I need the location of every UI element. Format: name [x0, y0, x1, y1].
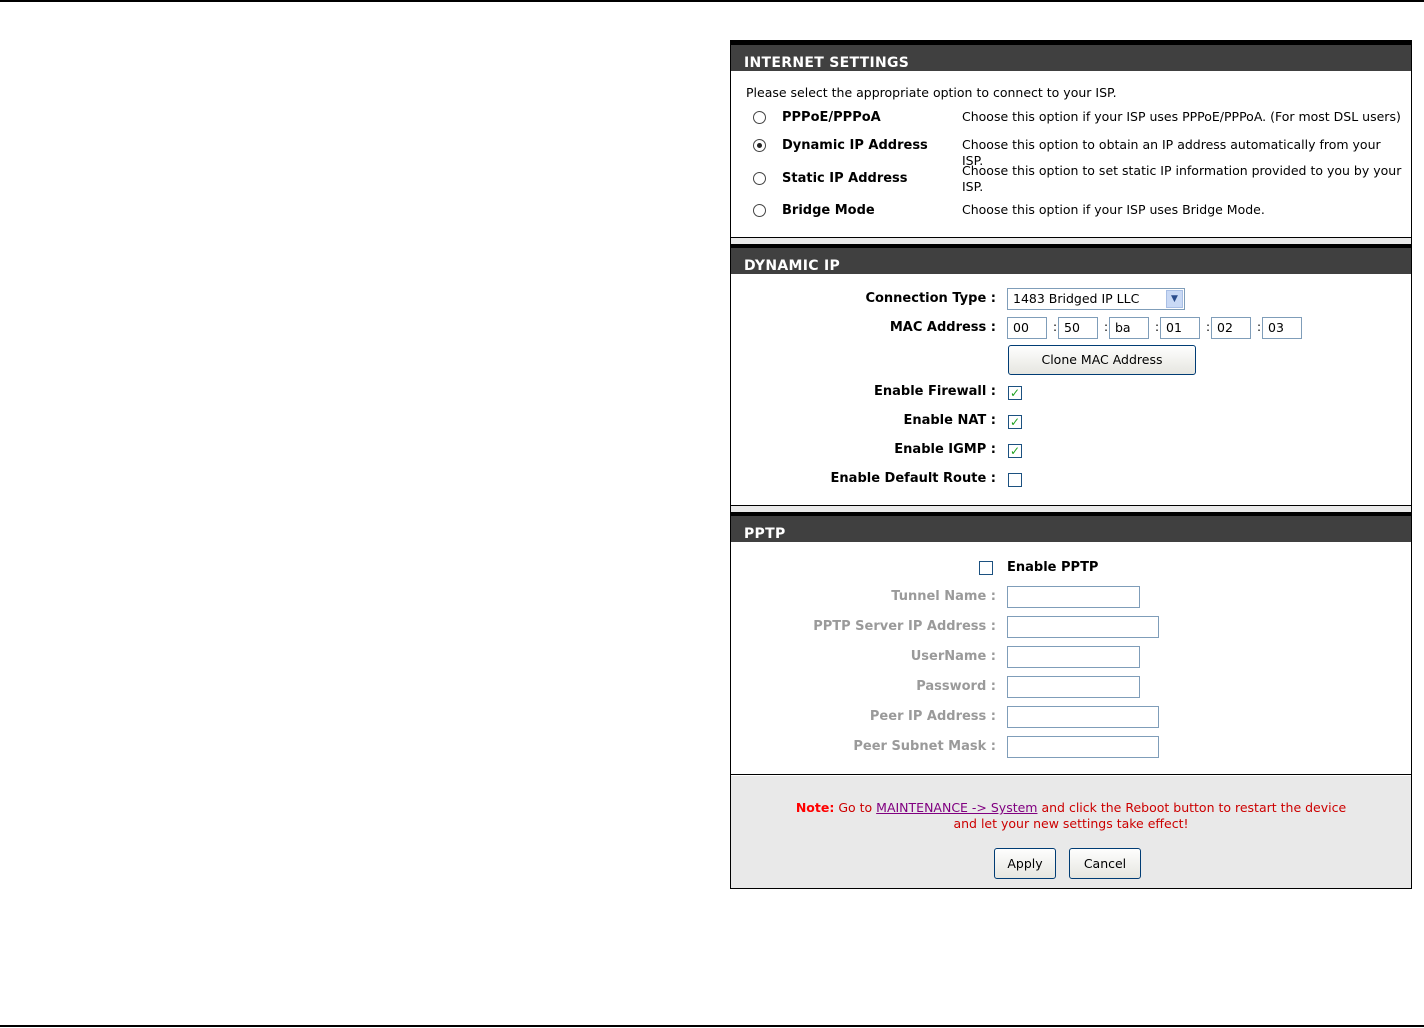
radio-pppoe[interactable] [753, 111, 766, 124]
mac-colon: : [1257, 320, 1262, 334]
settings-frame: INTERNET SETTINGS Please select the appr… [730, 40, 1412, 889]
username-input[interactable] [1007, 646, 1140, 668]
enable-pptp-label: Enable PPTP [1007, 560, 1099, 575]
mac-field-1[interactable]: 00 [1007, 317, 1047, 339]
tunnel-name-input[interactable] [1007, 586, 1140, 608]
internet-settings-panel: INTERNET SETTINGS Please select the appr… [731, 41, 1411, 238]
username-label: UserName : [910, 649, 996, 664]
note-rest-2: and let your new settings take effect! [953, 816, 1189, 831]
dynamic-ip-header: DYNAMIC IP [731, 244, 1411, 274]
option-bridge-label: Bridge Mode [782, 203, 875, 218]
option-static-ip-desc: Choose this option to set static IP info… [962, 163, 1402, 194]
apply-button[interactable]: Apply [994, 848, 1056, 879]
enable-nat-label: Enable NAT : [903, 413, 996, 428]
bottom-rule [0, 1025, 1424, 1027]
footer-panel: Note: Go to MAINTENANCE -> System and cl… [731, 776, 1411, 888]
password-label: Password : [916, 679, 996, 694]
radio-bridge[interactable] [753, 204, 766, 217]
enable-nat-checkbox[interactable]: ✓ [1008, 415, 1022, 429]
chevron-down-icon[interactable]: ▼ [1166, 290, 1183, 308]
cancel-button[interactable]: Cancel [1069, 848, 1141, 879]
maintenance-system-link[interactable]: MAINTENANCE -> System [876, 800, 1037, 815]
option-dynamic-ip-label: Dynamic IP Address [782, 138, 928, 153]
connection-type-value: 1483 Bridged IP LLC [1013, 291, 1140, 306]
enable-firewall-label: Enable Firewall : [874, 384, 996, 399]
note-prefix: Note: [795, 800, 835, 815]
mac-address-label: MAC Address : [889, 320, 996, 335]
peer-ip-input[interactable] [1007, 706, 1159, 728]
mac-field-6[interactable]: 03 [1262, 317, 1302, 339]
enable-default-route-label: Enable Default Route : [830, 471, 996, 486]
reboot-note: Note: Go to MAINTENANCE -> System and cl… [731, 800, 1411, 832]
option-pppoe-label: PPPoE/PPPoA [782, 110, 881, 125]
mac-field-4[interactable]: 01 [1160, 317, 1200, 339]
mac-colon: : [1104, 320, 1109, 334]
note-go: Go to [834, 800, 877, 815]
mac-colon: : [1206, 320, 1211, 334]
connection-type-select[interactable]: 1483 Bridged IP LLC ▼ [1007, 288, 1185, 310]
pptp-header: PPTP [731, 512, 1411, 542]
enable-firewall-checkbox[interactable]: ✓ [1008, 386, 1022, 400]
radio-dynamic-ip[interactable] [753, 139, 766, 152]
enable-default-route-checkbox[interactable] [1008, 473, 1022, 487]
internet-settings-header: INTERNET SETTINGS [731, 41, 1411, 71]
peer-subnet-mask-input[interactable] [1007, 736, 1159, 758]
mac-field-5[interactable]: 02 [1211, 317, 1251, 339]
pptp-server-ip-input[interactable] [1007, 616, 1159, 638]
option-static-ip-label: Static IP Address [782, 171, 908, 186]
pptp-server-ip-label: PPTP Server IP Address : [813, 619, 996, 634]
radio-static-ip[interactable] [753, 172, 766, 185]
enable-pptp-checkbox[interactable] [979, 561, 993, 575]
mac-field-2[interactable]: 50 [1058, 317, 1098, 339]
option-pppoe-desc: Choose this option if your ISP uses PPPo… [962, 109, 1401, 124]
tunnel-name-label: Tunnel Name : [891, 589, 996, 604]
peer-subnet-mask-label: Peer Subnet Mask : [853, 739, 996, 754]
mac-colon: : [1155, 320, 1160, 334]
option-bridge-desc: Choose this option if your ISP uses Brid… [962, 202, 1265, 217]
note-rest-1: and click the Reboot button to restart t… [1037, 800, 1347, 815]
dynamic-ip-panel: DYNAMIC IP Connection Type : 1483 Bridge… [731, 244, 1411, 506]
mac-colon: : [1053, 320, 1058, 334]
connection-type-label: Connection Type : [865, 291, 996, 306]
password-input[interactable] [1007, 676, 1140, 698]
enable-igmp-label: Enable IGMP : [894, 442, 996, 457]
top-rule [0, 0, 1424, 2]
pptp-panel: PPTP Enable PPTP Tunnel Name : PPTP Serv… [731, 512, 1411, 775]
mac-field-3[interactable]: ba [1109, 317, 1149, 339]
enable-igmp-checkbox[interactable]: ✓ [1008, 444, 1022, 458]
intro-text: Please select the appropriate option to … [746, 85, 1117, 100]
clone-mac-button[interactable]: Clone MAC Address [1008, 345, 1196, 375]
peer-ip-label: Peer IP Address : [869, 709, 996, 724]
